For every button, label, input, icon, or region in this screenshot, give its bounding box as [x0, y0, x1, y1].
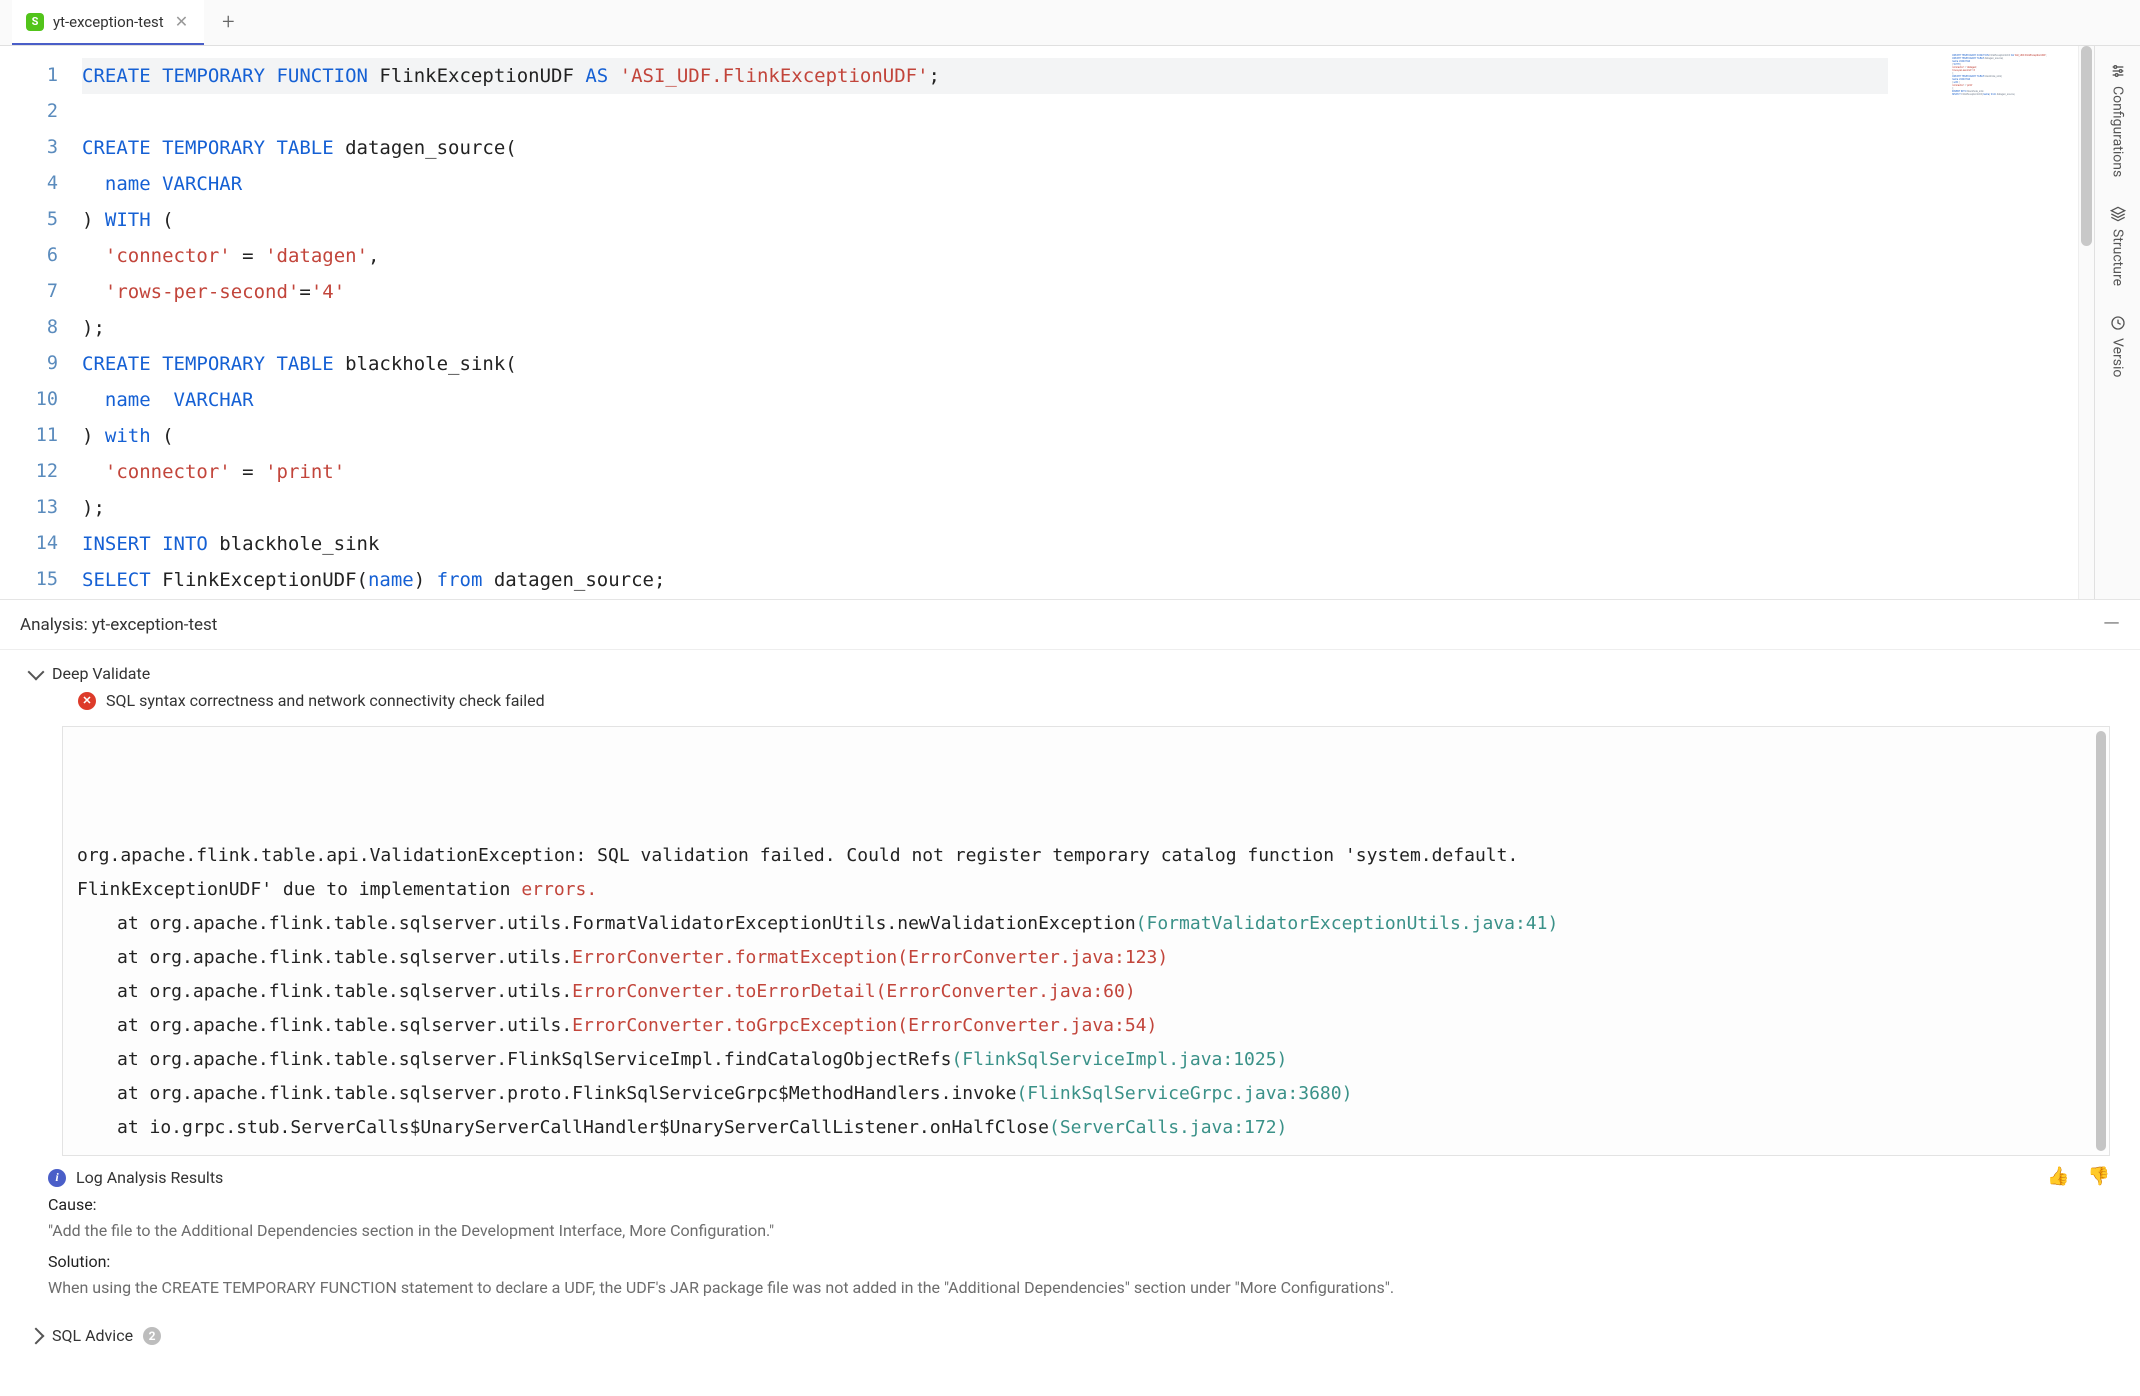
advice-count-badge: 2 [143, 1327, 161, 1345]
rail-item-configurations[interactable]: Configurations [2107, 56, 2129, 183]
deep-validate-toggle[interactable]: Deep Validate [30, 664, 2110, 683]
chevron-down-icon [28, 663, 45, 680]
error-icon: ✕ [78, 692, 96, 710]
rail-label: Configurations [2110, 86, 2126, 177]
stack-trace-box[interactable]: org.apache.flink.table.api.ValidationExc… [62, 726, 2110, 1156]
editor-area: 123456789101112131415 CREATE TEMPORARY F… [0, 46, 2140, 600]
solution-label: Solution: [48, 1252, 2116, 1271]
code-line[interactable]: INSERT INTO blackhole_sink [82, 526, 1948, 562]
solution-body: When using the CREATE TEMPORARY FUNCTION… [48, 1275, 2116, 1301]
rail-label: Versio [2110, 338, 2126, 377]
minimap[interactable]: CREATE TEMPORARY FUNCTION FlinkException… [1948, 46, 2078, 599]
section-label: Deep Validate [52, 664, 150, 683]
code-line[interactable]: CREATE TEMPORARY TABLE datagen_source( [82, 130, 1948, 166]
log-analysis-title: Log Analysis Results [76, 1168, 223, 1187]
analysis-title: Analysis: yt-exception-test [20, 615, 217, 635]
editor-scrollbar[interactable] [2078, 46, 2094, 599]
close-tab-icon[interactable]: ✕ [173, 12, 190, 31]
editor-main: 123456789101112131415 CREATE TEMPORARY F… [0, 46, 2094, 599]
code-line[interactable]: ) with ( [82, 418, 1948, 454]
sql-advice-label: SQL Advice [52, 1326, 133, 1345]
thumbs-up-icon[interactable]: 👍 [2047, 1166, 2069, 1187]
chevron-right-icon [28, 1327, 45, 1344]
info-icon: i [48, 1169, 66, 1187]
code-line[interactable]: name VARCHAR [82, 382, 1948, 418]
rail-label: Structure [2110, 229, 2126, 286]
code-line[interactable]: ); [82, 310, 1948, 346]
code-line[interactable]: name VARCHAR [82, 166, 1948, 202]
thumbs-down-icon[interactable]: 👎 [2088, 1166, 2110, 1187]
rail-item-versions[interactable]: Versio [2107, 308, 2129, 383]
code-line[interactable]: 'rows-per-second'='4' [82, 274, 1948, 310]
code-editor[interactable]: CREATE TEMPORARY FUNCTION FlinkException… [82, 46, 1948, 599]
sql-file-icon: S [26, 13, 44, 31]
code-line[interactable]: ); [82, 490, 1948, 526]
tab-label: yt-exception-test [53, 13, 164, 31]
cause-label: Cause: [48, 1195, 2116, 1214]
right-sidebar: Configurations Structure Versio [2094, 46, 2140, 599]
code-line[interactable] [82, 94, 1948, 130]
validation-error-row: ✕ SQL syntax correctness and network con… [30, 683, 2110, 720]
analysis-panel-header: Analysis: yt-exception-test — [0, 600, 2140, 650]
analysis-panel-body: Deep Validate ✕ SQL syntax correctness a… [0, 650, 2140, 1396]
sliders-icon [2109, 62, 2127, 80]
feedback-buttons: 👍 👎 [2047, 1166, 2110, 1187]
collapse-panel-icon[interactable]: — [2103, 612, 2120, 637]
deep-validate-section: Deep Validate ✕ SQL syntax correctness a… [0, 650, 2140, 726]
code-line[interactable]: 'connector' = 'datagen', [82, 238, 1948, 274]
code-line[interactable]: CREATE TEMPORARY FUNCTION FlinkException… [82, 58, 1888, 94]
rail-item-structure[interactable]: Structure [2107, 199, 2129, 292]
sql-advice-toggle[interactable]: SQL Advice 2 [0, 1316, 2140, 1345]
code-line[interactable]: CREATE TEMPORARY TABLE blackhole_sink( [82, 346, 1948, 382]
layers-icon [2109, 205, 2127, 223]
error-summary-text: SQL syntax correctness and network conne… [106, 691, 545, 710]
log-analysis-title-row: i Log Analysis Results [48, 1168, 2116, 1187]
code-line[interactable]: SELECT FlinkExceptionUDF(name) from data… [82, 562, 1948, 598]
stack-scrollbar[interactable] [2096, 731, 2106, 1151]
line-number-gutter: 123456789101112131415 [0, 46, 82, 599]
add-tab-button[interactable]: + [204, 10, 252, 35]
code-line[interactable]: 'connector' = 'print' [82, 454, 1948, 490]
code-line[interactable]: ) WITH ( [82, 202, 1948, 238]
active-file-tab[interactable]: S yt-exception-test ✕ [12, 0, 204, 45]
tab-bar: S yt-exception-test ✕ + [0, 0, 2140, 46]
log-analysis-section: 👍 👎 i Log Analysis Results Cause: "Add t… [0, 1156, 2140, 1316]
history-icon [2109, 314, 2127, 332]
cause-body: "Add the file to the Additional Dependen… [48, 1218, 2116, 1244]
